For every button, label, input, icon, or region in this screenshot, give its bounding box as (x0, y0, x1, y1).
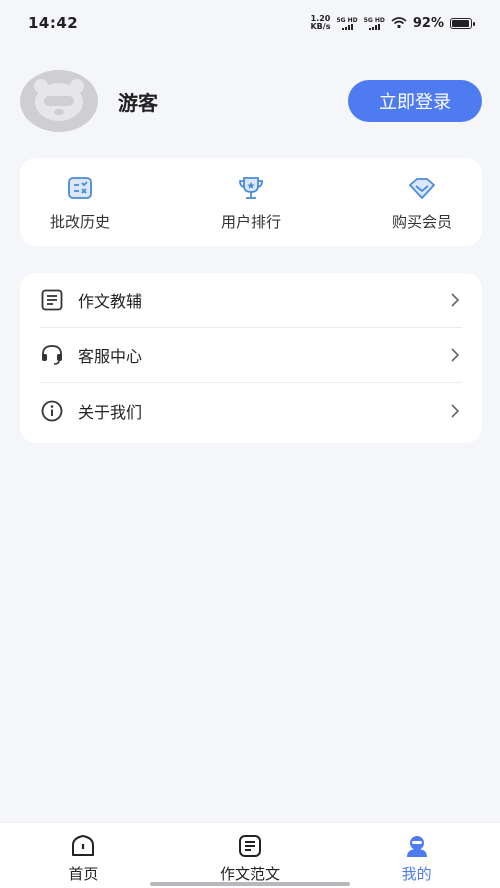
avatar[interactable] (20, 70, 98, 132)
menu-item-essay-tutoring[interactable]: 作文教辅 (40, 273, 462, 328)
tab-essay-samples[interactable]: 作文范文 (167, 823, 334, 888)
tab-home[interactable]: 首页 (0, 823, 167, 888)
signal-icon-sim2: 5G HD (364, 17, 385, 30)
trophy-icon (239, 176, 263, 199)
essay-icon (239, 835, 261, 857)
wifi-icon (391, 17, 407, 29)
chevron-right-icon (451, 348, 460, 362)
tab-mine[interactable]: 我的 (333, 823, 500, 888)
home-icon (72, 835, 95, 856)
profile-icon (406, 836, 427, 857)
sim1-label: 5G HD (336, 16, 358, 24)
chevron-right-icon (451, 293, 460, 307)
diamond-icon (409, 177, 435, 199)
tab-label: 首页 (68, 865, 99, 883)
menu-item-label: 客服中心 (78, 347, 143, 366)
quick-action-buy-membership[interactable]: 购买会员 (382, 158, 462, 246)
quick-action-user-ranking[interactable]: 用户排行 (211, 158, 291, 246)
status-time: 14:42 (28, 14, 79, 32)
login-button[interactable]: 立即登录 (348, 80, 482, 122)
signal-icon-sim1: 5G HD (336, 16, 358, 30)
menu-item-customer-service[interactable]: 客服中心 (40, 328, 462, 383)
menu-item-about-us[interactable]: 关于我们 (40, 383, 462, 438)
menu-card: 作文教辅 客服中心 关于我们 (20, 273, 482, 443)
tab-label: 我的 (401, 865, 432, 883)
tab-label: 作文范文 (220, 865, 281, 883)
menu-item-label: 关于我们 (78, 402, 143, 422)
info-icon (40, 399, 64, 423)
chevron-right-icon (451, 403, 460, 418)
menu-item-label: 作文教辅 (78, 292, 143, 311)
quick-action-label: 用户排行 (220, 212, 281, 231)
sim2-label: 5G HD (363, 16, 385, 24)
battery-icon (450, 17, 475, 29)
headset-icon (40, 343, 64, 367)
correction-history-icon (68, 176, 92, 199)
network-speed: 1.20 KB/s (310, 15, 330, 31)
quick-action-label: 批改历史 (49, 212, 110, 231)
battery-percent: 92% (412, 15, 444, 31)
panda-avatar-icon (34, 79, 84, 121)
document-icon (40, 288, 64, 312)
network-speed-unit: KB/s (310, 22, 331, 31)
profile-header: 游客 立即登录 (20, 70, 482, 132)
status-icons: 1.20 KB/s 5G HD 5G HD 92% (310, 15, 475, 31)
quick-action-correction-history[interactable]: 批改历史 (40, 158, 120, 246)
username: 游客 (118, 90, 158, 115)
home-indicator[interactable] (150, 882, 350, 886)
bottom-tab-bar: 首页 作文范文 我的 (0, 822, 500, 888)
quick-actions-card: 批改历史 用户排行 购买会员 (20, 158, 482, 246)
quick-action-label: 购买会员 (391, 212, 452, 231)
status-bar: 14:42 1.20 KB/s 5G HD 5G HD 92% (0, 0, 500, 46)
